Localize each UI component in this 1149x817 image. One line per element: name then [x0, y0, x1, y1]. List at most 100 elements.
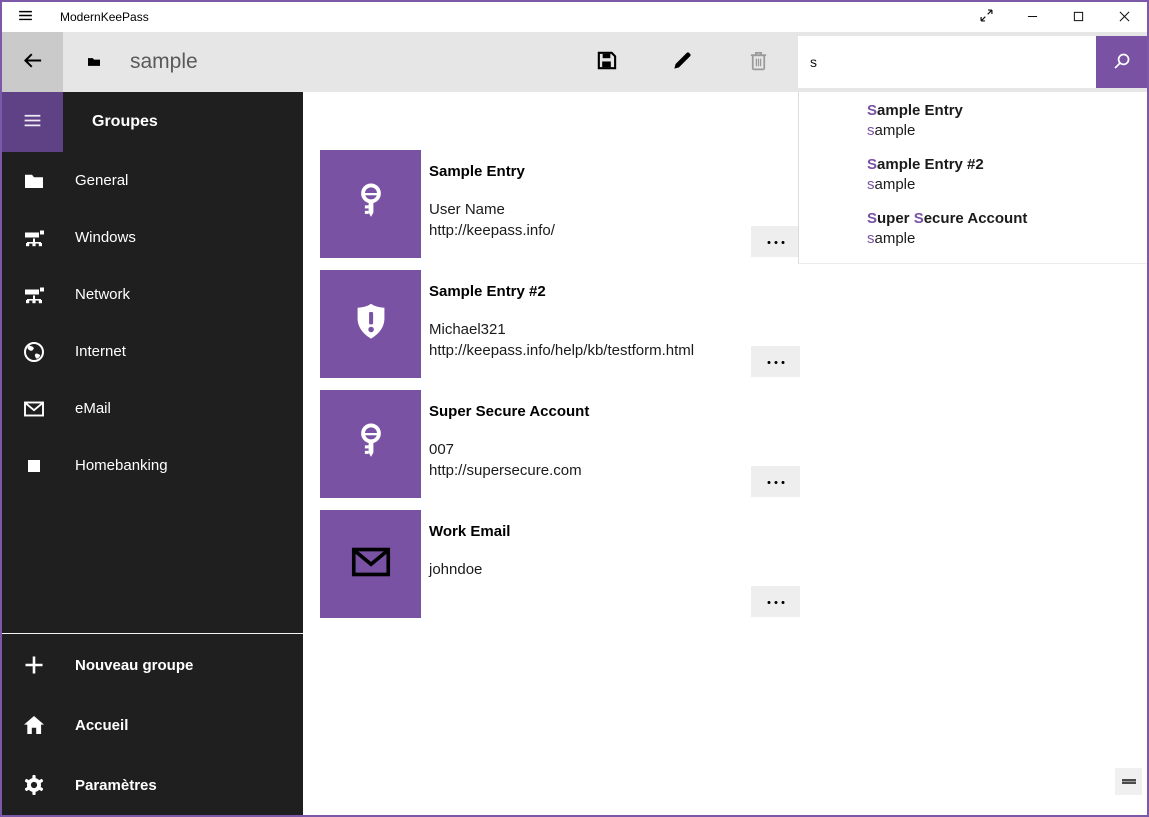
titlebar-hamburger-button[interactable]: [8, 2, 42, 32]
edit-button[interactable]: [657, 32, 707, 92]
entry-row: Super Secure Account 007http://supersecu…: [320, 390, 800, 498]
sidebar-action-gear[interactable]: Paramètres: [2, 755, 303, 815]
entry-row: Sample Entry #2 Michael321http://keepass…: [320, 270, 800, 378]
group-label: eMail: [75, 400, 111, 417]
titlebar: ModernKeePass: [2, 2, 1147, 32]
trash-icon: [747, 49, 770, 75]
hamburger-icon: [17, 7, 34, 27]
body-area: Groupes General Windows Network Internet…: [2, 92, 1147, 815]
dots-icon: [765, 474, 787, 489]
minimize-button[interactable]: [1009, 2, 1055, 32]
search-button[interactable]: [1096, 36, 1147, 88]
group-label: Internet: [75, 343, 126, 360]
sidebar-group-general[interactable]: General: [2, 152, 303, 209]
search-input[interactable]: [798, 36, 1096, 88]
sidebar-group-network[interactable]: Network: [2, 266, 303, 323]
entry-text: Sample Entry User Namehttp://keepass.inf…: [429, 150, 555, 258]
search-box: [798, 36, 1147, 88]
entry-tile[interactable]: [320, 270, 421, 378]
window-title: ModernKeePass: [60, 10, 149, 24]
entry-title: Work Email: [429, 524, 510, 540]
search-result-subtitle: sample: [867, 175, 1147, 195]
entry-details: 007http://supersecure.com: [429, 439, 589, 481]
entry-tile[interactable]: [320, 150, 421, 258]
entry-more-button[interactable]: [751, 466, 800, 497]
action-label: Accueil: [75, 717, 128, 734]
network-icon: [22, 283, 46, 307]
entry-text: Sample Entry #2 Michael321http://keepass…: [429, 270, 694, 378]
entry-row: Work Email johndoe: [320, 510, 800, 618]
search-result-subtitle: sample: [867, 121, 1147, 141]
minimize-dash-icon: [1027, 10, 1038, 25]
entry-title: Sample Entry: [429, 164, 555, 180]
search-result-title: Super Secure Account: [867, 209, 1147, 229]
sidebar-hamburger-button[interactable]: [2, 92, 63, 152]
sidebar: Groupes General Windows Network Internet…: [2, 92, 303, 815]
entry-tile[interactable]: [320, 510, 421, 618]
close-button[interactable]: [1101, 2, 1147, 32]
shield-icon: [348, 299, 394, 350]
mail-icon: [348, 539, 394, 590]
window-controls: [963, 2, 1147, 32]
save-icon: [595, 49, 618, 75]
entry-title: Sample Entry #2: [429, 284, 694, 300]
search-result-item[interactable]: Sample Entry #2 sample: [867, 155, 1147, 195]
fullscreen-arrows-icon: [980, 9, 993, 25]
group-list: General Windows Network Internet eMail H…: [2, 152, 303, 494]
entry-more-button[interactable]: [751, 586, 800, 617]
sidebar-group-internet[interactable]: Internet: [2, 323, 303, 380]
group-label: Windows: [75, 229, 136, 246]
magnifier-icon: [1111, 50, 1133, 75]
maximize-button[interactable]: [1055, 2, 1101, 32]
entry-row: Sample Entry User Namehttp://keepass.inf…: [320, 150, 800, 258]
group-label: Homebanking: [75, 457, 168, 474]
sidebar-group-email[interactable]: eMail: [2, 380, 303, 437]
search-result-title: Sample Entry #2: [867, 155, 1147, 175]
database-title: sample: [130, 50, 198, 74]
search-result-subtitle: sample: [867, 229, 1147, 249]
group-label: General: [75, 172, 128, 189]
dots-icon: [765, 234, 787, 249]
close-x-icon: [1119, 10, 1130, 25]
entry-tile[interactable]: [320, 390, 421, 498]
entry-title: Super Secure Account: [429, 404, 589, 420]
sidebar-action-plus[interactable]: Nouveau groupe: [2, 635, 303, 695]
sidebar-group-windows[interactable]: Windows: [2, 209, 303, 266]
save-button[interactable]: [581, 32, 631, 92]
action-label: Paramètres: [75, 777, 157, 794]
entry-more-button[interactable]: [751, 226, 800, 257]
entry-details: johndoe: [429, 559, 510, 580]
sidebar-group-homebanking[interactable]: Homebanking: [2, 437, 303, 494]
dots-icon: [765, 354, 787, 369]
entry-text: Super Secure Account 007http://supersecu…: [429, 390, 589, 498]
folder-icon: [22, 169, 46, 193]
hamburger-icon: [22, 110, 43, 134]
search-result-item[interactable]: Sample Entry sample: [867, 101, 1147, 141]
plus-icon: [22, 653, 46, 677]
groups-heading: Groupes: [92, 113, 158, 131]
entry-details: Michael321http://keepass.info/help/kb/te…: [429, 319, 694, 361]
zoom-out-button[interactable]: [1115, 768, 1142, 795]
sidebar-action-home[interactable]: Accueil: [2, 695, 303, 755]
search-suggestions: Sample Entry sample Sample Entry #2 samp…: [798, 92, 1147, 264]
command-buttons: [581, 32, 783, 92]
globe-icon: [22, 340, 46, 364]
minus-icon: [1122, 779, 1136, 784]
entry-list: Sample Entry User Namehttp://keepass.inf…: [320, 150, 800, 630]
back-button[interactable]: [2, 32, 63, 92]
fullscreen-button[interactable]: [963, 2, 1009, 32]
key-icon: [348, 419, 394, 470]
delete-button[interactable]: [733, 32, 783, 92]
app-command-bar: sample: [2, 32, 1147, 92]
entry-details: User Namehttp://keepass.info/: [429, 199, 555, 241]
group-label: Network: [75, 286, 130, 303]
back-arrow-icon: [21, 49, 44, 75]
sidebar-separator: [2, 633, 303, 634]
sidebar-header: Groupes: [2, 92, 303, 152]
search-result-item[interactable]: Super Secure Account sample: [867, 209, 1147, 249]
entry-more-button[interactable]: [751, 346, 800, 377]
entry-text: Work Email johndoe: [429, 510, 510, 618]
database-folder-icon: [85, 53, 103, 71]
dots-icon: [765, 594, 787, 609]
pencil-icon: [671, 49, 694, 75]
